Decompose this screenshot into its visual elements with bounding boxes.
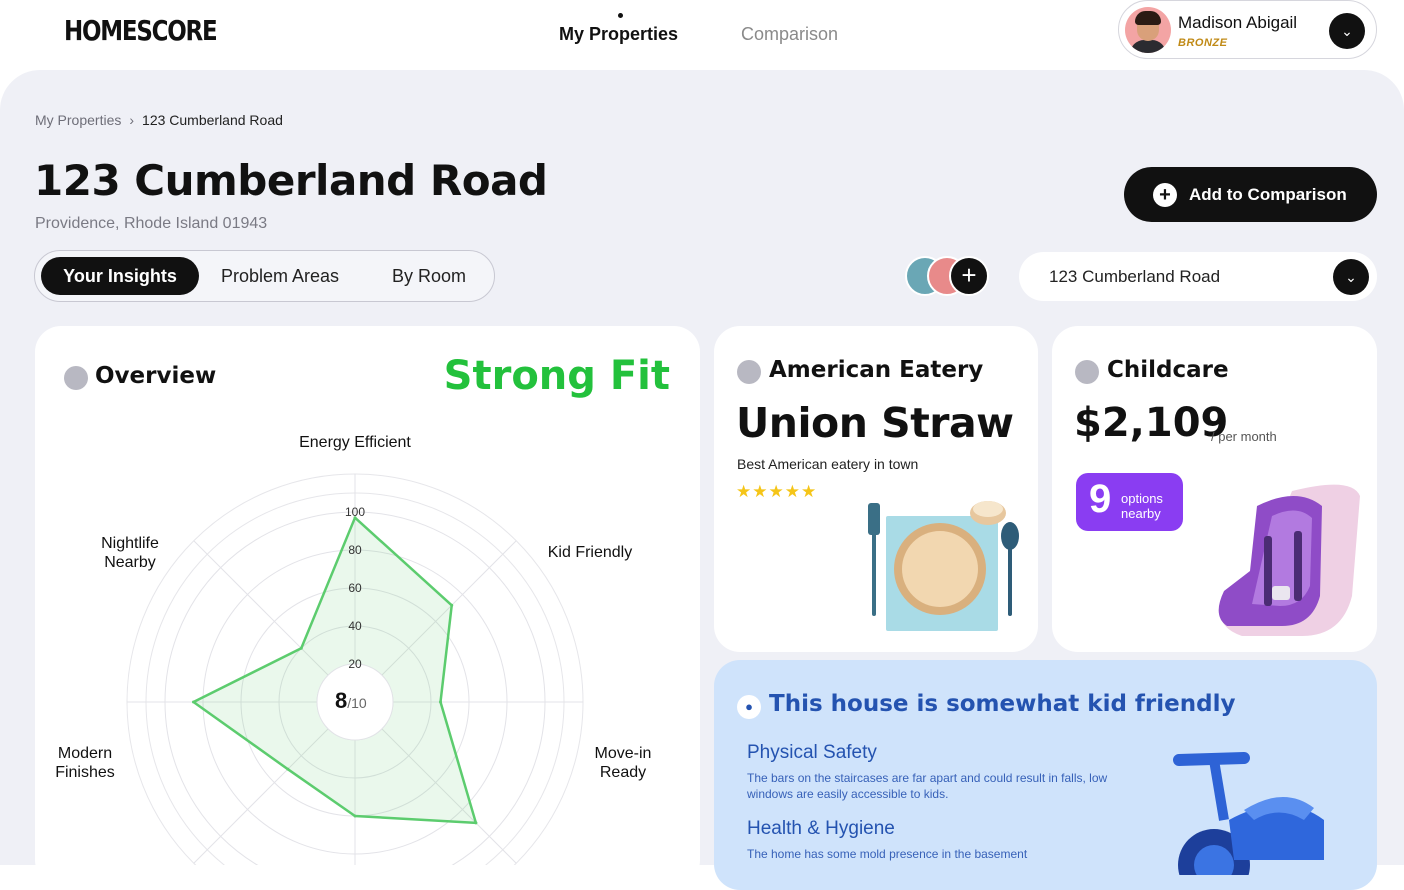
- radar-point: [353, 814, 357, 818]
- property-selector[interactable]: 123 Cumberland Road ⌄: [1019, 252, 1377, 301]
- add-to-comparison-button[interactable]: + Add to Comparison: [1124, 167, 1377, 222]
- childcare-card[interactable]: Childcare $2,109 / per month 9 options ne…: [1052, 326, 1377, 652]
- eatery-description: Best American eatery in town: [737, 456, 919, 472]
- family-icon: ●: [737, 695, 761, 719]
- tab-problem-areas[interactable]: Problem Areas: [221, 257, 339, 295]
- overview-card: Overview Strong Fit 20 40 60 80 100 Energy E…: [35, 326, 700, 886]
- radar-tick-label: 80: [348, 543, 362, 557]
- add-collaborator-icon[interactable]: +: [949, 256, 989, 296]
- breadcrumb: My Properties › 123 Cumberland Road: [35, 112, 283, 128]
- logo[interactable]: HOMESCORE: [64, 14, 218, 47]
- section-body: The bars on the staircases are far apart…: [747, 771, 1108, 801]
- user-tier-badge: BRONZE: [1178, 37, 1228, 49]
- section-heading: Health & Hygiene: [747, 818, 895, 839]
- radar-point: [299, 646, 303, 650]
- tricycle-illustration: [1173, 752, 1324, 875]
- rating-stars: ★★★★★: [736, 482, 818, 501]
- breadcrumb-parent[interactable]: My Properties: [35, 112, 121, 128]
- chevron-right-icon: ›: [129, 112, 135, 128]
- options-label: options nearby: [1121, 491, 1163, 521]
- radar-label-movein: Move-in Ready: [594, 745, 652, 781]
- place-setting-illustration: [868, 501, 1019, 631]
- radar-tick-label: 60: [348, 581, 362, 595]
- radar-tick-label: 100: [345, 505, 365, 519]
- tab-your-insights[interactable]: Your Insights: [41, 257, 199, 295]
- options-nearby-badge[interactable]: 9 options nearby: [1076, 473, 1183, 531]
- childcare-price: $2,109: [1074, 400, 1229, 446]
- user-name: Madison Abigail: [1178, 13, 1298, 32]
- options-count: 9: [1089, 477, 1112, 521]
- radar-point: [474, 821, 478, 825]
- radar-tick-label: 40: [348, 619, 362, 633]
- radar-label-modern: Modern Finishes: [55, 745, 115, 781]
- insight-tabs: Your Insights Problem Areas By Room: [34, 250, 495, 302]
- car-seat-illustration: [1218, 484, 1360, 636]
- kid-friendly-card: ● This house is somewhat kid friendly Ph…: [714, 660, 1377, 890]
- nav-active-indicator: [618, 13, 623, 18]
- user-menu[interactable]: Madison Abigail BRONZE ⌄: [1118, 0, 1377, 59]
- section-heading: Physical Safety: [747, 742, 877, 763]
- chevron-down-icon[interactable]: ⌄: [1333, 259, 1369, 295]
- radar-label-kid: Kid Friendly: [547, 544, 633, 561]
- childcare-category: Childcare: [1107, 357, 1229, 383]
- chevron-down-icon[interactable]: ⌄: [1329, 13, 1365, 49]
- baby-icon: [1075, 360, 1099, 384]
- kid-friendly-title: This house is somewhat kid friendly: [769, 691, 1236, 717]
- restaurant-icon: [737, 360, 761, 384]
- avatar: [1125, 7, 1171, 53]
- radar-label-energy: Energy Efficient: [299, 434, 411, 451]
- radar-tick-label: 20: [348, 657, 362, 671]
- radar-point: [439, 700, 442, 704]
- section-body: The home has some mold presence in the b…: [747, 847, 1028, 861]
- top-bar: HOMESCORE My Properties Comparison Madis…: [0, 0, 1404, 70]
- breadcrumb-current: 123 Cumberland Road: [142, 112, 283, 128]
- childcare-price-unit: / per month: [1211, 429, 1277, 444]
- radar-point: [286, 767, 290, 771]
- nav-my-properties[interactable]: My Properties: [559, 24, 678, 45]
- nav-comparison[interactable]: Comparison: [741, 24, 838, 45]
- eatery-name: Union Straw: [736, 399, 1014, 447]
- eatery-card[interactable]: American Eatery Union Straw Best America…: [714, 326, 1038, 652]
- plus-icon: +: [1153, 183, 1177, 207]
- eatery-category: American Eatery: [769, 357, 984, 383]
- overall-score: 8/10: [335, 688, 367, 713]
- tab-by-room[interactable]: By Room: [392, 257, 466, 295]
- radar-chart: 20 40 60 80 100: [126, 473, 584, 865]
- collaborators: +: [905, 256, 995, 296]
- radar-point: [192, 700, 195, 704]
- radar-label-nightlife: Nightlife Nearby: [101, 535, 159, 571]
- radar-point: [450, 603, 454, 607]
- add-to-comparison-label: Add to Comparison: [1189, 185, 1347, 204]
- property-selector-value: 123 Cumberland Road: [1049, 267, 1221, 286]
- page-title: 123 Cumberland Road: [34, 156, 548, 205]
- property-address: Providence, Rhode Island 01943: [35, 215, 268, 232]
